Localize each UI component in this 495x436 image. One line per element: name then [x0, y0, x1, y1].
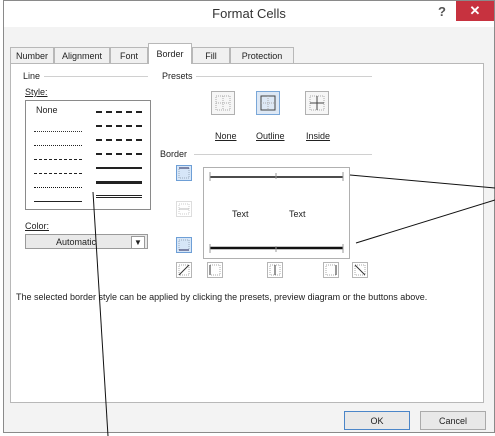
tab-number[interactable]: Number — [10, 47, 54, 63]
line-group-label: Line — [23, 71, 41, 81]
preset-inside-label: Inside — [306, 131, 331, 141]
style-medium-dashed[interactable] — [96, 153, 142, 155]
style-dash-dot[interactable] — [34, 173, 82, 174]
style-short-dash[interactable] — [34, 187, 82, 188]
border-left-icon — [209, 264, 221, 276]
style-label: Style: — [25, 87, 48, 97]
tab-font[interactable]: Font — [110, 47, 148, 63]
border-top-button[interactable] — [176, 165, 192, 181]
border-right-button[interactable] — [323, 262, 339, 278]
diagonal-down-icon — [354, 264, 366, 276]
help-button[interactable]: ? — [438, 4, 446, 19]
border-top-icon — [178, 167, 190, 179]
border-inside-vertical-button[interactable] — [267, 262, 283, 278]
color-label: Color: — [25, 221, 50, 231]
preset-outline-label: Outline — [256, 131, 285, 141]
style-medium[interactable] — [96, 167, 142, 169]
dialog-title: Format Cells — [212, 6, 286, 21]
border-bottom-button[interactable] — [176, 237, 192, 253]
border-diagonal-up-button[interactable] — [176, 262, 192, 278]
tab-protection[interactable]: Protection — [230, 47, 294, 63]
title-bar: Format Cells ? ✕ — [4, 1, 494, 27]
color-dropdown[interactable]: Automatic ▼ — [25, 234, 148, 249]
line-group-divider — [44, 76, 148, 77]
cancel-button[interactable]: Cancel — [420, 411, 486, 430]
presets-group-label: Presets — [162, 71, 193, 81]
diagonal-up-icon — [178, 264, 190, 276]
style-double[interactable] — [96, 195, 142, 198]
border-bottom-icon — [178, 239, 190, 251]
preset-none-icon — [215, 95, 231, 111]
style-thick[interactable] — [96, 181, 142, 184]
preset-none-label: None — [215, 131, 237, 141]
preset-inside-icon — [309, 95, 325, 111]
style-medium-dash-dot-dot[interactable] — [96, 111, 142, 113]
preset-inside-button[interactable] — [305, 91, 329, 115]
border-inside-horizontal-button[interactable] — [176, 201, 192, 217]
style-thin[interactable] — [34, 201, 82, 202]
color-value: Automatic — [55, 237, 97, 247]
border-diagonal-down-button[interactable] — [352, 262, 368, 278]
style-hair[interactable] — [34, 131, 82, 132]
border-inside-vertical-icon — [269, 264, 281, 276]
info-text: The selected border style can be applied… — [16, 292, 428, 302]
border-group-divider — [194, 154, 372, 155]
style-none-option[interactable]: None — [36, 105, 58, 115]
border-left-button[interactable] — [207, 262, 223, 278]
tab-fill[interactable]: Fill — [192, 47, 230, 63]
border-right-icon — [325, 264, 337, 276]
line-style-list[interactable]: None — [25, 100, 151, 210]
ok-button[interactable]: OK — [344, 411, 410, 430]
preset-none-button[interactable] — [211, 91, 235, 115]
style-slant-dash-dot[interactable] — [96, 125, 142, 127]
presets-group-divider — [196, 76, 372, 77]
border-inside-horizontal-icon — [178, 203, 190, 215]
chevron-down-icon[interactable]: ▼ — [131, 236, 145, 249]
preview-lines — [209, 172, 344, 253]
preview-text-right: Text — [289, 209, 306, 219]
tab-border[interactable]: Border — [148, 43, 192, 64]
preview-text-left: Text — [232, 209, 249, 219]
style-dotted[interactable] — [34, 145, 82, 146]
tab-alignment[interactable]: Alignment — [54, 47, 110, 63]
preset-outline-button[interactable] — [256, 91, 280, 115]
style-medium-dash-dot[interactable] — [96, 139, 142, 141]
style-dash-dot-dot[interactable] — [34, 159, 82, 160]
close-button[interactable]: ✕ — [456, 1, 494, 21]
preset-outline-icon — [260, 95, 276, 111]
border-preview[interactable]: Text Text — [203, 167, 350, 259]
border-group-label: Border — [160, 149, 188, 159]
